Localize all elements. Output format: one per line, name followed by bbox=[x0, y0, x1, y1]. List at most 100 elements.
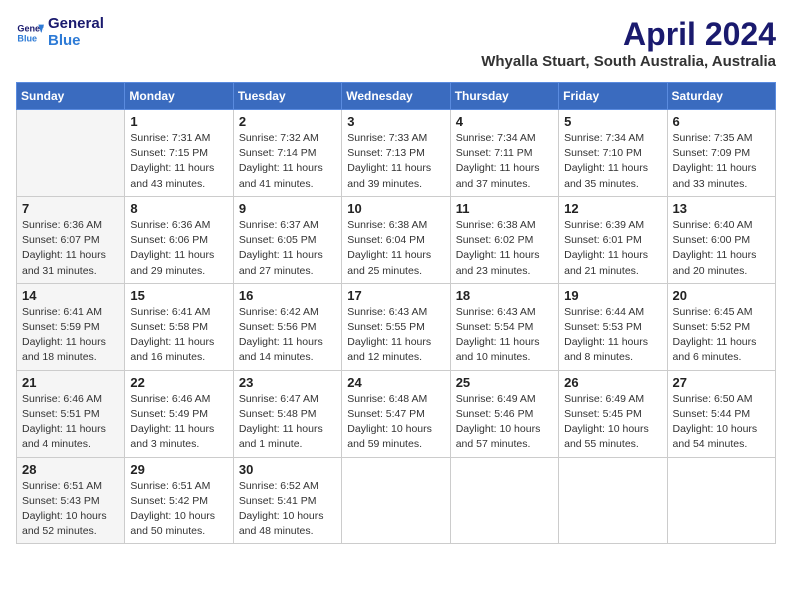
calendar-cell bbox=[559, 457, 667, 544]
day-info: Sunrise: 6:44 AMSunset: 5:53 PMDaylight:… bbox=[564, 305, 661, 366]
header-tuesday: Tuesday bbox=[233, 83, 341, 110]
day-number: 14 bbox=[22, 288, 119, 303]
day-number: 26 bbox=[564, 375, 661, 390]
day-number: 21 bbox=[22, 375, 119, 390]
day-number: 22 bbox=[130, 375, 227, 390]
day-info: Sunrise: 6:52 AMSunset: 5:41 PMDaylight:… bbox=[239, 479, 336, 540]
day-number: 23 bbox=[239, 375, 336, 390]
day-info: Sunrise: 6:36 AMSunset: 6:07 PMDaylight:… bbox=[22, 218, 119, 279]
day-number: 9 bbox=[239, 201, 336, 216]
calendar-cell: 26 Sunrise: 6:49 AMSunset: 5:45 PMDayligh… bbox=[559, 370, 667, 457]
day-info: Sunrise: 7:32 AMSunset: 7:14 PMDaylight:… bbox=[239, 131, 336, 192]
calendar-cell: 12Sunrise: 6:39 AMSunset: 6:01 PMDayligh… bbox=[559, 196, 667, 283]
day-number: 6 bbox=[673, 114, 770, 129]
day-number: 16 bbox=[239, 288, 336, 303]
calendar-cell: 22 Sunrise: 6:46 AMSunset: 5:49 PMDayligh… bbox=[125, 370, 233, 457]
calendar-body: 1 Sunrise: 7:31 AMSunset: 7:15 PMDaylight… bbox=[17, 110, 776, 544]
calendar-cell: 23 Sunrise: 6:47 AMSunset: 5:48 PMDayligh… bbox=[233, 370, 341, 457]
calendar-cell: 24Sunrise: 6:48 AMSunset: 5:47 PMDayligh… bbox=[342, 370, 450, 457]
day-number: 29 bbox=[130, 462, 227, 477]
location-title: Whyalla Stuart, South Australia, Austral… bbox=[481, 53, 776, 70]
day-number: 15 bbox=[130, 288, 227, 303]
header-sunday: Sunday bbox=[17, 83, 125, 110]
day-info: Sunrise: 6:47 AMSunset: 5:48 PMDaylight:… bbox=[239, 392, 336, 453]
week-row-5: 28 Sunrise: 6:51 AMSunset: 5:43 PMDayligh… bbox=[17, 457, 776, 544]
calendar-cell: 4 Sunrise: 7:34 AMSunset: 7:11 PMDaylight… bbox=[450, 110, 558, 197]
day-info: Sunrise: 7:33 AMSunset: 7:13 PMDaylight:… bbox=[347, 131, 444, 192]
day-number: 8 bbox=[130, 201, 227, 216]
day-info: Sunrise: 6:42 AMSunset: 5:56 PMDaylight:… bbox=[239, 305, 336, 366]
day-number: 19 bbox=[564, 288, 661, 303]
calendar-cell: 10 Sunrise: 6:38 AMSunset: 6:04 PMDayligh… bbox=[342, 196, 450, 283]
day-number: 17 bbox=[347, 288, 444, 303]
day-number: 12 bbox=[564, 201, 661, 216]
day-number: 7 bbox=[22, 201, 119, 216]
day-number: 25 bbox=[456, 375, 553, 390]
day-info: Sunrise: 6:37 AMSunset: 6:05 PMDaylight:… bbox=[239, 218, 336, 279]
day-info: Sunrise: 6:45 AMSunset: 5:52 PMDaylight:… bbox=[673, 305, 770, 366]
calendar-cell bbox=[667, 457, 775, 544]
header-monday: Monday bbox=[125, 83, 233, 110]
calendar-cell: 19 Sunrise: 6:44 AMSunset: 5:53 PMDayligh… bbox=[559, 283, 667, 370]
day-info: Sunrise: 6:49 AMSunset: 5:46 PMDaylight:… bbox=[456, 392, 553, 453]
calendar-cell: 11 Sunrise: 6:38 AMSunset: 6:02 PMDayligh… bbox=[450, 196, 558, 283]
day-info: Sunrise: 6:46 AMSunset: 5:49 PMDaylight:… bbox=[130, 392, 227, 453]
day-number: 1 bbox=[130, 114, 227, 129]
calendar-cell bbox=[342, 457, 450, 544]
day-info: Sunrise: 6:51 AMSunset: 5:43 PMDaylight:… bbox=[22, 479, 119, 540]
calendar-cell: 30Sunrise: 6:52 AMSunset: 5:41 PMDayligh… bbox=[233, 457, 341, 544]
day-info: Sunrise: 7:35 AMSunset: 7:09 PMDaylight:… bbox=[673, 131, 770, 192]
day-info: Sunrise: 7:34 AMSunset: 7:11 PMDaylight:… bbox=[456, 131, 553, 192]
day-info: Sunrise: 6:49 AMSunset: 5:45 PMDaylight:… bbox=[564, 392, 661, 453]
day-number: 28 bbox=[22, 462, 119, 477]
day-number: 24 bbox=[347, 375, 444, 390]
day-info: Sunrise: 6:38 AMSunset: 6:04 PMDaylight:… bbox=[347, 218, 444, 279]
calendar-cell: 16 Sunrise: 6:42 AMSunset: 5:56 PMDayligh… bbox=[233, 283, 341, 370]
day-info: Sunrise: 6:43 AMSunset: 5:54 PMDaylight:… bbox=[456, 305, 553, 366]
day-number: 2 bbox=[239, 114, 336, 129]
calendar-table: SundayMondayTuesdayWednesdayThursdayFrid… bbox=[16, 82, 776, 544]
calendar-cell: 5 Sunrise: 7:34 AMSunset: 7:10 PMDaylight… bbox=[559, 110, 667, 197]
day-number: 18 bbox=[456, 288, 553, 303]
week-row-3: 14 Sunrise: 6:41 AMSunset: 5:59 PMDayligh… bbox=[17, 283, 776, 370]
day-number: 27 bbox=[673, 375, 770, 390]
header-saturday: Saturday bbox=[667, 83, 775, 110]
calendar-cell: 17 Sunrise: 6:43 AMSunset: 5:55 PMDayligh… bbox=[342, 283, 450, 370]
calendar-cell: 21 Sunrise: 6:46 AMSunset: 5:51 PMDayligh… bbox=[17, 370, 125, 457]
calendar-header-row: SundayMondayTuesdayWednesdayThursdayFrid… bbox=[17, 83, 776, 110]
calendar-cell bbox=[17, 110, 125, 197]
day-number: 13 bbox=[673, 201, 770, 216]
day-number: 3 bbox=[347, 114, 444, 129]
month-title: April 2024 bbox=[481, 16, 776, 53]
week-row-2: 7 Sunrise: 6:36 AMSunset: 6:07 PMDaylight… bbox=[17, 196, 776, 283]
calendar-cell: 20Sunrise: 6:45 AMSunset: 5:52 PMDayligh… bbox=[667, 283, 775, 370]
calendar-cell: 29 Sunrise: 6:51 AMSunset: 5:42 PMDayligh… bbox=[125, 457, 233, 544]
day-info: Sunrise: 7:34 AMSunset: 7:10 PMDaylight:… bbox=[564, 131, 661, 192]
week-row-1: 1 Sunrise: 7:31 AMSunset: 7:15 PMDaylight… bbox=[17, 110, 776, 197]
calendar-cell: 2 Sunrise: 7:32 AMSunset: 7:14 PMDaylight… bbox=[233, 110, 341, 197]
day-number: 10 bbox=[347, 201, 444, 216]
calendar-cell bbox=[450, 457, 558, 544]
day-info: Sunrise: 6:50 AMSunset: 5:44 PMDaylight:… bbox=[673, 392, 770, 453]
day-number: 4 bbox=[456, 114, 553, 129]
day-info: Sunrise: 6:43 AMSunset: 5:55 PMDaylight:… bbox=[347, 305, 444, 366]
day-info: Sunrise: 6:51 AMSunset: 5:42 PMDaylight:… bbox=[130, 479, 227, 540]
day-info: Sunrise: 6:41 AMSunset: 5:59 PMDaylight:… bbox=[22, 305, 119, 366]
calendar-cell: 15Sunrise: 6:41 AMSunset: 5:58 PMDayligh… bbox=[125, 283, 233, 370]
day-info: Sunrise: 6:38 AMSunset: 6:02 PMDaylight:… bbox=[456, 218, 553, 279]
logo-icon: General Blue bbox=[16, 19, 44, 47]
calendar-cell: 3 Sunrise: 7:33 AMSunset: 7:13 PMDaylight… bbox=[342, 110, 450, 197]
header-wednesday: Wednesday bbox=[342, 83, 450, 110]
day-info: Sunrise: 6:46 AMSunset: 5:51 PMDaylight:… bbox=[22, 392, 119, 453]
calendar-cell: 1 Sunrise: 7:31 AMSunset: 7:15 PMDaylight… bbox=[125, 110, 233, 197]
calendar-cell: 7 Sunrise: 6:36 AMSunset: 6:07 PMDaylight… bbox=[17, 196, 125, 283]
calendar-cell: 6 Sunrise: 7:35 AMSunset: 7:09 PMDaylight… bbox=[667, 110, 775, 197]
calendar-cell: 8Sunrise: 6:36 AMSunset: 6:06 PMDaylight… bbox=[125, 196, 233, 283]
day-info: Sunrise: 7:31 AMSunset: 7:15 PMDaylight:… bbox=[130, 131, 227, 192]
day-number: 11 bbox=[456, 201, 553, 216]
svg-text:Blue: Blue bbox=[17, 33, 37, 43]
logo-line1: General bbox=[48, 16, 104, 33]
day-number: 5 bbox=[564, 114, 661, 129]
calendar-cell: 18 Sunrise: 6:43 AMSunset: 5:54 PMDayligh… bbox=[450, 283, 558, 370]
title-block: April 2024 Whyalla Stuart, South Austral… bbox=[481, 16, 776, 70]
